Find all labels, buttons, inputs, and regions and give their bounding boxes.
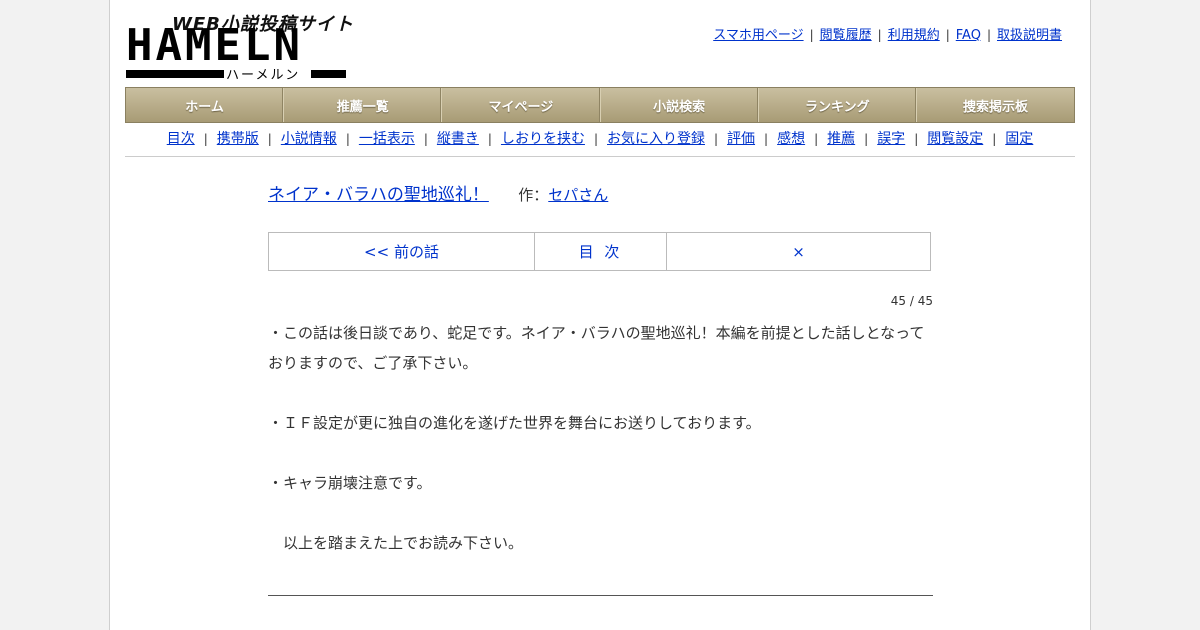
separator: |: [814, 132, 819, 146]
separator: |: [877, 28, 882, 42]
separator: |: [864, 132, 869, 146]
page-container: WEB小説投稿サイト HAMELN ハーメルン スマホ用ページ | 閲覧履歴 | 利用規…: [109, 0, 1091, 630]
body-paragraph: ・キャラ崩壊注意です。: [268, 474, 432, 492]
subnav-view-settings[interactable]: 閲覧設定: [927, 131, 983, 147]
nav-home[interactable]: ホーム: [126, 88, 285, 122]
next-chapter-button[interactable]: ×: [667, 233, 930, 270]
separator: |: [714, 132, 719, 146]
header-links: スマホ用ページ | 閲覧履歴 | 利用規約 | FAQ | 取扱説明書: [713, 24, 1062, 43]
subnav-vertical[interactable]: 縦書き: [437, 131, 479, 147]
subnav-mobile[interactable]: 携帯版: [217, 131, 259, 147]
author-link[interactable]: セパさん: [548, 186, 608, 204]
link-manual[interactable]: 取扱説明書: [997, 28, 1062, 43]
separator: |: [593, 132, 598, 146]
subnav-novel-info[interactable]: 小説情報: [281, 131, 337, 147]
content-divider: [268, 595, 933, 596]
nav-search-board[interactable]: 捜索掲示板: [917, 88, 1074, 122]
body-blank-line: [268, 438, 933, 468]
nav-mypage[interactable]: マイページ: [442, 88, 601, 122]
chapter-pager: << 前の話 目 次 ×: [268, 232, 931, 271]
logo-bar-left: [126, 70, 224, 78]
subnav-bookmark[interactable]: しおりを挟む: [501, 131, 585, 147]
body-paragraph: ・この話は後日談であり、蛇足です。ネイア・バラハの聖地巡礼！本編を前提とした話し…: [268, 324, 925, 372]
separator: |: [764, 132, 769, 146]
subnav-comments[interactable]: 感想: [777, 131, 805, 147]
logo-kana: ハーメルン: [226, 68, 301, 83]
nav-ranking[interactable]: ランキング: [759, 88, 917, 122]
nav-novel-search[interactable]: 小説検索: [601, 88, 759, 122]
body-paragraph: ・ＩＦ設定が更に独自の進化を遂げた世界を舞台にお送りしております。: [268, 414, 761, 432]
chapter-body: ・この話は後日談であり、蛇足です。ネイア・バラハの聖地巡礼！本編を前提とした話し…: [268, 318, 933, 558]
novel-title[interactable]: ネイア・バラハの聖地巡礼！: [268, 185, 489, 205]
subnav-typo[interactable]: 誤字: [877, 131, 905, 147]
novel-content: ネイア・バラハの聖地巡礼！ 作：セパさん << 前の話 目 次 × 45 / 4…: [268, 180, 933, 596]
separator: |: [267, 132, 272, 146]
body-blank-line: [268, 498, 933, 528]
title-line: ネイア・バラハの聖地巡礼！ 作：セパさん: [268, 180, 933, 214]
logo-bar-right: [311, 70, 346, 78]
link-smartphone-page[interactable]: スマホ用ページ: [713, 28, 803, 43]
subnav-rating[interactable]: 評価: [727, 131, 755, 147]
separator: |: [487, 132, 492, 146]
subnav-pin[interactable]: 固定: [1005, 131, 1033, 147]
body-paragraph: 以上を踏まえた上でお読み下さい。: [268, 534, 524, 552]
body-blank-line: [268, 378, 933, 408]
subnav-show-all[interactable]: 一括表示: [359, 131, 415, 147]
toc-button[interactable]: 目 次: [535, 233, 667, 270]
subnav-favorite[interactable]: お気に入り登録: [607, 131, 705, 147]
separator: |: [423, 132, 428, 146]
logo-wordmark: HAMELN: [126, 20, 303, 71]
chapter-count: 45 / 45: [890, 294, 933, 308]
novel-sub-nav: 目次 | 携帯版 | 小説情報 | 一括表示 | 縦書き | しおりを挟む | お気に入り登録 | 評価 | 感…: [125, 125, 1075, 157]
subnav-recommend[interactable]: 推薦: [827, 131, 855, 147]
separator: |: [992, 132, 997, 146]
nav-recommendations[interactable]: 推薦一覧: [284, 88, 443, 122]
site-logo[interactable]: WEB小説投稿サイト HAMELN ハーメルン: [126, 10, 353, 83]
separator: |: [809, 28, 814, 42]
separator: |: [345, 132, 350, 146]
link-history[interactable]: 閲覧履歴: [820, 28, 872, 43]
author-label: 作：: [518, 186, 549, 204]
separator: |: [203, 132, 208, 146]
separator: |: [986, 28, 991, 42]
separator: |: [945, 28, 950, 42]
subnav-toc[interactable]: 目次: [167, 131, 195, 147]
link-faq[interactable]: FAQ: [956, 28, 981, 43]
prev-chapter-button[interactable]: << 前の話: [269, 233, 535, 270]
link-terms[interactable]: 利用規約: [888, 28, 940, 43]
main-nav: ホーム 推薦一覧 マイページ 小説検索 ランキング 捜索掲示板: [125, 87, 1075, 123]
separator: |: [914, 132, 919, 146]
